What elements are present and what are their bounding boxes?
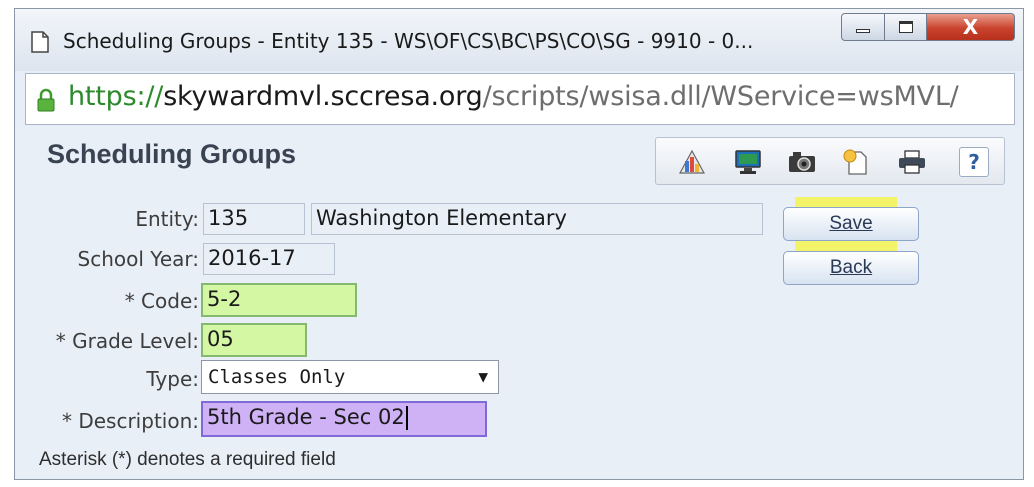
url-text: https://skywardmvl.sccresa.org/scripts/w… — [68, 81, 959, 112]
url-host: skywardmvl.sccresa.org — [163, 81, 483, 112]
print-button[interactable] — [894, 144, 930, 180]
description-input[interactable]: 5th Grade - Sec 02 — [201, 401, 487, 437]
back-button[interactable]: Back — [783, 251, 919, 285]
back-button-label: Back — [829, 257, 873, 278]
toolbar: ? — [655, 137, 1005, 185]
help-button[interactable]: ? — [956, 144, 992, 180]
note-button[interactable] — [838, 144, 874, 180]
school-year-field: 2016-17 — [203, 243, 335, 275]
code-input[interactable]: 5-2 — [201, 283, 357, 317]
monitor-icon — [735, 150, 761, 174]
document-icon — [31, 31, 49, 53]
window-controls: X — [841, 13, 1015, 41]
code-label: * Code: — [124, 289, 199, 313]
camera-icon — [789, 152, 815, 172]
help-icon: ? — [959, 147, 989, 177]
url-path: /scripts/wsisa.dll/WService=wsMVL/ — [482, 81, 959, 112]
camera-button[interactable] — [784, 144, 820, 180]
page-title: Scheduling Groups — [47, 139, 297, 169]
entity-name-field: Washington Elementary — [311, 203, 763, 235]
grade-level-label: * Grade Level: — [55, 329, 199, 353]
minimize-button[interactable] — [841, 13, 885, 41]
note-icon — [843, 149, 867, 175]
title-bar: Scheduling Groups - Entity 135 - WS\OF\C… — [15, 9, 1023, 71]
address-bar[interactable]: https://skywardmvl.sccresa.org/scripts/w… — [25, 73, 1015, 125]
text-cursor — [405, 406, 408, 430]
browser-window: Scheduling Groups - Entity 135 - WS\OF\C… — [14, 8, 1024, 480]
description-text: 5th Grade - Sec 02 — [207, 405, 405, 429]
printer-icon — [899, 150, 925, 174]
minimize-icon — [856, 29, 870, 33]
entity-label: Entity: — [135, 207, 199, 231]
entity-code-field: 135 — [203, 203, 305, 235]
type-select[interactable]: Classes Only ▼ — [201, 360, 499, 394]
window-title: Scheduling Groups - Entity 135 - WS\OF\C… — [63, 29, 754, 53]
dropdown-arrow-icon: ▼ — [478, 367, 488, 386]
description-label: * Description: — [61, 409, 199, 433]
required-field-note: Asterisk (*) denotes a required field — [39, 449, 336, 470]
close-icon: X — [962, 15, 979, 39]
type-select-value: Classes Only — [208, 366, 346, 388]
monitor-button[interactable] — [730, 144, 766, 180]
page-content: Scheduling Groups ? Entity: 135 Washingt… — [15, 127, 1023, 479]
save-button-label: Save — [829, 213, 873, 234]
map-report-icon — [678, 149, 706, 174]
maximize-button[interactable] — [885, 13, 927, 41]
save-button[interactable]: Save — [783, 207, 919, 241]
lock-icon — [37, 88, 55, 112]
type-label: Type: — [146, 367, 199, 391]
url-scheme: https:// — [68, 81, 164, 112]
grade-level-input[interactable]: 05 — [201, 323, 307, 357]
map-report-button[interactable] — [674, 144, 710, 180]
school-year-label: School Year: — [77, 247, 199, 271]
close-button[interactable]: X — [927, 13, 1015, 41]
maximize-icon — [898, 21, 913, 33]
